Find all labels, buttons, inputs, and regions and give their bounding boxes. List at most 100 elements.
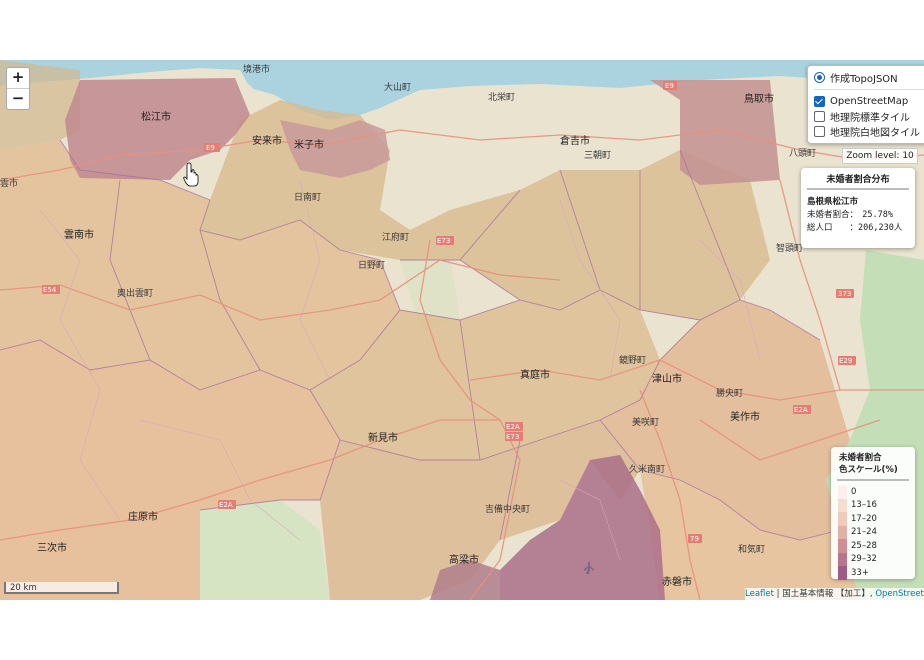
legend-label: 0 [851,486,857,497]
zoom-control: + − [6,67,30,110]
legend-label: 13–16 [851,500,877,511]
zoom-in-button[interactable]: + [7,68,29,88]
road-label-79: 79 [690,535,699,543]
base-layer-gsi-std-label: 地理院標準タイル [830,113,910,124]
legend-swatch [838,485,847,499]
legend-swatch [838,539,847,553]
legend-item: 21–24 [831,525,915,539]
label-kibichuo: 吉備中央町 [485,503,530,515]
label-akaiwa: 赤磐市 [662,575,692,588]
label-kagamino: 鏡野町 [619,354,646,366]
legend-item: 29–32 [831,552,915,566]
overlay-radio[interactable] [814,72,825,83]
label-matsue: 松江市 [141,110,171,123]
label-unnan: 雲南市 [64,228,94,241]
map-view[interactable]: E9 E9 E73 E54 E2A E2A E73 373 E29 E2A 79… [0,60,924,600]
layer-control: 作成TopoJSON OpenStreetMap 地理院標準タイル 地理院白地図… [807,65,924,144]
label-daisen: 大山町 [384,81,411,93]
legend-label: 33+ [851,567,869,578]
base-layer-gsi-blank-row[interactable]: 地理院白地図タイル [814,124,924,139]
region-matsue [65,78,250,180]
label-miyoshi: 三次市 [37,541,67,554]
legend-title-line1: 未婚者割合 [839,453,882,463]
base-layer-gsi-std-checkbox[interactable] [814,111,825,122]
overlay-layer-label: 作成TopoJSON [830,74,898,85]
label-yonago: 米子市 [294,138,324,151]
legend-item: 0 [831,485,915,499]
label-takahashi: 高梁市 [449,553,479,566]
road-label-e73: E73 [437,237,450,245]
osm-link[interactable]: OpenStreetMap [875,589,924,599]
label-yasugi: 安来市 [252,134,282,147]
info-panel: 未婚者割合分布 島根県松江市 未婚者割合： 25.78% 総人口 ：206,23… [801,168,915,248]
road-label-e29: E29 [839,357,852,365]
info-city: 島根県松江市 [807,197,859,207]
base-layer-osm-row[interactable]: OpenStreetMap [814,94,924,109]
label-hino: 日野町 [358,260,385,271]
label-kofu: 江府町 [382,231,409,243]
forest-southwest [200,500,330,600]
label-kumenan: 久米南町 [629,463,665,475]
road-label-373: 373 [838,290,851,298]
map-tiles: E9 E9 E73 E54 E2A E2A E73 373 E29 E2A 79… [0,60,924,600]
label-izumo: 雲市 [0,177,18,189]
road-label-e9b: E9 [665,82,674,90]
legend-label: 21–24 [851,527,877,538]
label-shobara: 庄原市 [128,510,158,523]
legend-items: 0 13–16 17–20 21–24 25–28 29–32 33+ [831,485,915,580]
legend-swatch [838,552,847,566]
label-hokuei: 北栄町 [488,91,515,103]
road-label-e2a2: E2A [506,423,520,431]
road-label-e2a: E2A [219,501,233,509]
layer-separator [814,89,924,90]
label-wake: 和気町 [738,543,765,555]
road-label-e73b: E73 [506,433,519,441]
label-niimi: 新見市 [368,431,398,444]
base-layer-gsi-blank-checkbox[interactable] [814,126,825,137]
label-tottori: 鳥取市 [744,92,774,105]
legend-swatch [838,512,847,526]
label-kurayoshi: 倉吉市 [560,134,590,147]
legend-swatch [838,566,847,580]
base-layer-osm-checkbox[interactable] [814,96,825,107]
label-nichinan: 日南町 [294,191,321,203]
zoom-level-display: Zoom level: 10 [842,148,918,164]
label-misasa: 三朝町 [584,150,611,161]
legend-swatch [838,498,847,512]
legend-label: 17–20 [851,513,877,524]
hand-cursor-icon [183,162,199,187]
base-layer-osm-label: OpenStreetMap [830,96,909,107]
legend-item: 25–28 [831,539,915,553]
label-shoo: 勝央町 [716,387,743,399]
attribution-text: | 国土基本情報 【加工】, [773,589,876,599]
legend-label: 25–28 [851,540,877,551]
label-chizu: 智頭町 [776,242,803,254]
legend-title: 未婚者割合 色スケール(%) [831,447,915,476]
base-layer-gsi-blank-label: 地理院白地図タイル [830,128,920,139]
info-divider [807,188,909,190]
road-label-e2a3: E2A [794,406,808,414]
overlay-layer-row[interactable]: 作成TopoJSON [814,70,924,85]
legend-item: 17–20 [831,512,915,526]
info-population: 総人口 ：206,230人 [807,223,903,233]
zoom-out-button[interactable]: − [7,88,29,109]
legend-item: 33+ [831,566,915,580]
label-tsuyama: 津山市 [652,372,682,385]
label-maniwa: 真庭市 [520,368,550,381]
legend-title-line2: 色スケール(%) [839,465,898,475]
road-label-e54: E54 [43,286,57,294]
label-misaki: 美咲町 [632,416,659,428]
scale-bar: 20 km [4,582,119,594]
label-okuizumo: 奥出雲町 [117,287,153,299]
legend-divider [837,479,909,481]
legend-item: 13–16 [831,498,915,512]
road-label-e9: E9 [206,144,215,152]
info-ratio: 未婚者割合： 25.78% [807,210,893,220]
label-mimasaka: 美作市 [730,410,760,423]
label-yazu: 八頭町 [789,148,816,159]
base-layer-gsi-std-row[interactable]: 地理院標準タイル [814,109,924,124]
leaflet-link[interactable]: Leaflet [745,589,774,599]
legend-swatch [838,525,847,539]
info-title: 未婚者割合分布 [826,175,890,185]
color-legend: 未婚者割合 色スケール(%) 0 13–16 17–20 21–24 25–28 29–3… [831,447,915,580]
